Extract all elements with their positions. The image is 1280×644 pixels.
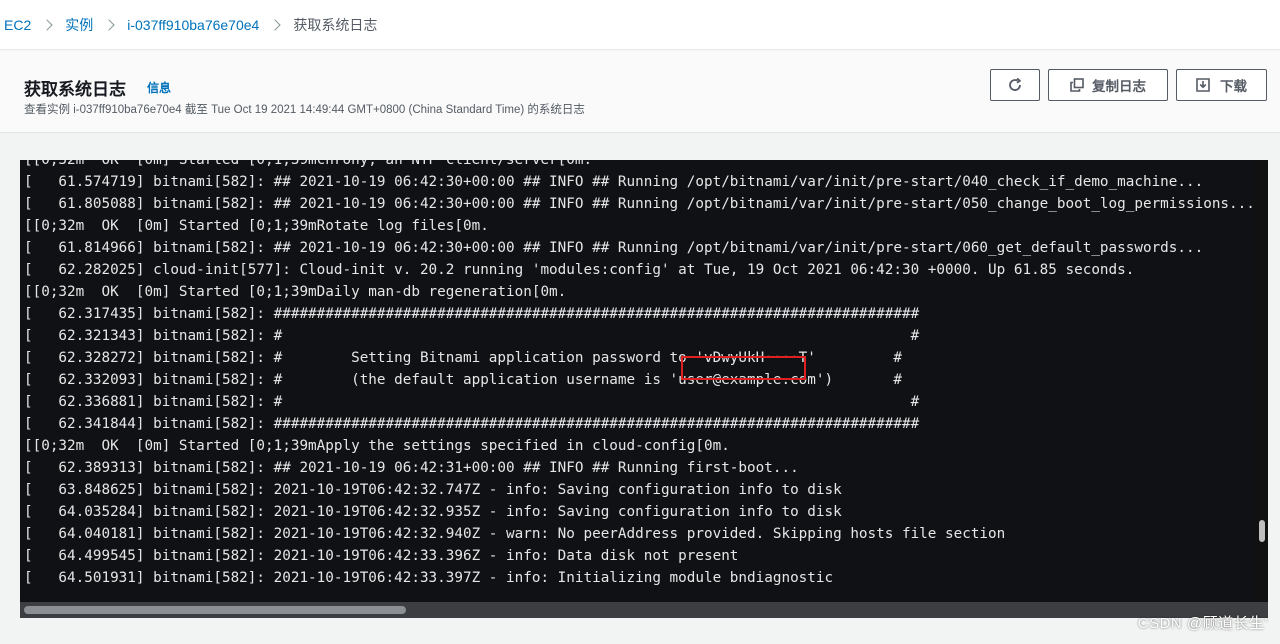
- copy-log-label: 复制日志: [1092, 79, 1146, 94]
- watermark: CSDN @顾道长生': [1137, 615, 1268, 632]
- log-line: [[0;32m OK [0m] Started [0;1;39mRotate l…: [24, 218, 489, 234]
- log-line: [ 62.341844] bitnami[582]: #############…: [24, 416, 920, 432]
- log-line: [ 63.848625] bitnami[582]: 2021-10-19T06…: [24, 482, 842, 498]
- log-line: [ 62.336881] bitnami[582]: # #: [24, 394, 920, 410]
- log-line: [[0;32m OK [0m] Started [0;1;39mDaily ma…: [24, 284, 567, 300]
- download-label: 下载: [1220, 79, 1247, 94]
- log-output: [[0;32m OK [0m] Started [0;1;39mchrony, …: [24, 160, 1255, 589]
- log-line: [ 62.389313] bitnami[582]: ## 2021-10-19…: [24, 460, 799, 476]
- log-line: [ 61.805088] bitnami[582]: ## 2021-10-19…: [24, 196, 1255, 212]
- chevron-right-icon: [41, 18, 53, 31]
- log-line: [ 64.040181] bitnami[582]: 2021-10-19T06…: [24, 526, 1006, 542]
- vertical-scroll-thumb[interactable]: [1259, 520, 1265, 542]
- log-line: [ 62.317435] bitnami[582]: #############…: [24, 306, 920, 322]
- refresh-icon: [1009, 77, 1021, 91]
- horizontal-scrollbar[interactable]: [20, 602, 1268, 618]
- refresh-button[interactable]: [990, 69, 1040, 101]
- breadcrumb-ec2[interactable]: EC2: [4, 17, 31, 33]
- log-line: [ 62.328272] bitnami[582]: # Setting Bit…: [24, 350, 902, 366]
- log-line: [[0;32m OK [0m] Started [0;1;39mApply th…: [24, 438, 730, 454]
- breadcrumb-current: 获取系统日志: [293, 16, 378, 33]
- download-icon: [1196, 78, 1210, 92]
- log-line: [ 61.574719] bitnami[582]: ## 2021-10-19…: [24, 174, 1204, 190]
- horizontal-scroll-thumb[interactable]: [24, 606, 406, 614]
- breadcrumb-instances[interactable]: 实例: [65, 15, 93, 35]
- chevron-right-icon: [269, 18, 281, 31]
- log-line: [ 64.035284] bitnami[582]: 2021-10-19T06…: [24, 504, 842, 520]
- page-subtitle: 查看实例 i-037ff910ba76e70e4 截至 Tue Oct 19 2…: [24, 104, 585, 116]
- page-title: 获取系统日志: [24, 80, 126, 99]
- log-line: [ 61.814966] bitnami[582]: ## 2021-10-19…: [24, 240, 1204, 256]
- log-line: [ 62.321343] bitnami[582]: # #: [24, 328, 920, 344]
- log-line: [ 64.499545] bitnami[582]: 2021-10-19T06…: [24, 548, 739, 564]
- breadcrumb-instance-id[interactable]: i-037ff910ba76e70e4: [127, 17, 259, 33]
- log-line: [ 62.332093] bitnami[582]: # (the defaul…: [24, 372, 902, 388]
- password-highlight-box: [681, 356, 806, 380]
- copy-icon: [1070, 78, 1084, 92]
- log-line: [[0;32m OK [0m] Started [0;1;39mchrony, …: [24, 160, 593, 168]
- breadcrumb: EC2 实例 i-037ff910ba76e70e4 获取系统日志: [0, 0, 1280, 50]
- copy-log-button[interactable]: 复制日志: [1048, 69, 1168, 101]
- log-line: [ 64.501931] bitnami[582]: 2021-10-19T06…: [24, 570, 834, 586]
- system-log-terminal[interactable]: [[0;32m OK [0m] Started [0;1;39mchrony, …: [20, 160, 1268, 618]
- info-link[interactable]: 信息: [147, 79, 171, 96]
- download-button[interactable]: 下载: [1176, 69, 1267, 101]
- page-header: 获取系统日志 信息 查看实例 i-037ff910ba76e70e4 截至 Tu…: [0, 51, 1280, 133]
- log-line: [ 62.282025] cloud-init[577]: Cloud-init…: [24, 262, 1135, 278]
- vertical-scrollbar[interactable]: [1254, 160, 1268, 600]
- chevron-right-icon: [103, 18, 115, 31]
